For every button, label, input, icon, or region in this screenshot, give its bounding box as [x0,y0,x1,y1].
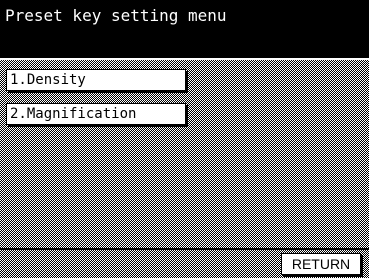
magnification-button[interactable]: 2.Magnification [6,103,186,125]
page-title: Preset key setting menu [5,6,227,25]
bottom-divider [0,248,369,250]
density-button[interactable]: 1.Density [6,69,186,91]
title-bar: Preset key setting menu [0,0,369,60]
preset-key-setting-screen: Preset key setting menu 1.Density 2.Magn… [0,0,369,278]
return-button[interactable]: RETURN [281,253,361,275]
